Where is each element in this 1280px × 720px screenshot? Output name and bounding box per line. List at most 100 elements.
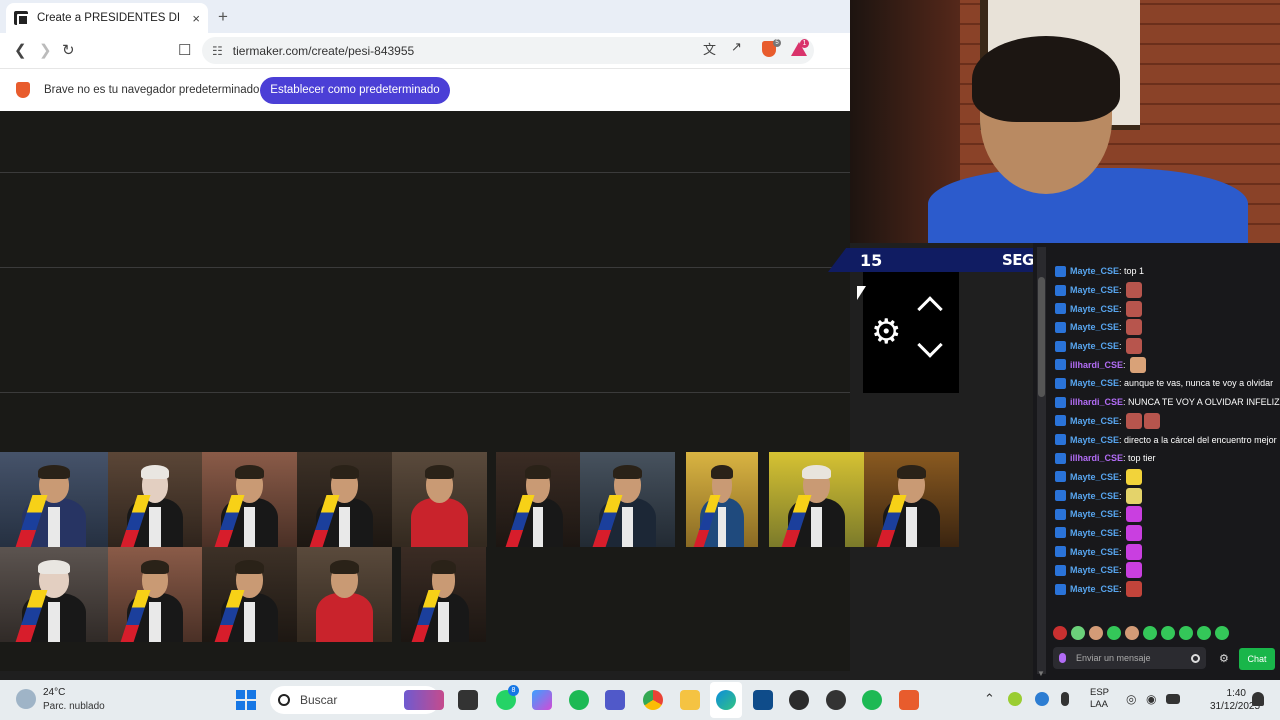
volume-icon[interactable]: ◉	[1146, 692, 1160, 706]
chat-username[interactable]: Mayte_CSE	[1070, 435, 1119, 445]
emote-icon[interactable]	[1107, 626, 1121, 640]
chat-username[interactable]: Mayte_CSE	[1070, 509, 1119, 519]
teams-icon[interactable]	[605, 690, 625, 710]
emote-icon[interactable]	[1197, 626, 1211, 640]
terminal-icon[interactable]	[458, 690, 478, 710]
emote-icon[interactable]	[1053, 626, 1067, 640]
bookmark-icon[interactable]: ☐	[178, 41, 191, 59]
chat-username[interactable]: Mayte_CSE	[1070, 378, 1119, 388]
emote-icon[interactable]	[1161, 626, 1175, 640]
chevron-down-icon[interactable]	[917, 332, 943, 358]
browser-tab[interactable]: Create a PRESIDENTES DE ECUADOR ×	[6, 3, 208, 33]
chat-username[interactable]: illhardi_CSE	[1070, 453, 1123, 463]
chat-username[interactable]: illhardi_CSE	[1070, 360, 1123, 370]
back-arrow-icon[interactable]: ❮	[14, 41, 27, 59]
wifi-icon[interactable]: ◎	[1126, 692, 1140, 706]
forward-arrow-icon[interactable]: ❯	[39, 41, 52, 59]
chat-emote-icon	[1126, 282, 1143, 299]
battery-icon[interactable]	[1166, 694, 1180, 704]
chat-username[interactable]: Mayte_CSE	[1070, 341, 1119, 351]
president-card[interactable]	[769, 452, 864, 547]
chat-send-button[interactable]: Chat	[1239, 648, 1275, 670]
chat-username[interactable]: Mayte_CSE	[1070, 547, 1119, 557]
share-icon[interactable]: ↗	[731, 39, 742, 55]
store-icon[interactable]	[753, 690, 773, 710]
chrome-icon[interactable]	[643, 690, 663, 710]
president-card[interactable]	[392, 452, 487, 547]
chat-username[interactable]: Mayte_CSE	[1070, 416, 1119, 426]
tray-overflow-icon[interactable]: ⌃	[984, 691, 995, 707]
reload-icon[interactable]: ↻	[62, 41, 75, 59]
brave-icon[interactable]	[899, 690, 919, 710]
obs-icon[interactable]	[789, 690, 809, 710]
chat-username[interactable]: Mayte_CSE	[1070, 584, 1119, 594]
input-language[interactable]: ESP LAA	[1090, 687, 1109, 711]
president-card[interactable]	[202, 547, 297, 642]
copilot-icon[interactable]	[532, 690, 552, 710]
chat-settings-icon[interactable]: ⚙	[1219, 652, 1229, 665]
president-card[interactable]	[108, 547, 202, 642]
tray-app-icon[interactable]	[1008, 692, 1022, 706]
chat-message-input[interactable]: Enviar un mensaje	[1053, 647, 1206, 669]
user-badge-icon	[1055, 583, 1066, 595]
emote-icon[interactable]	[1125, 626, 1139, 640]
emote-icon[interactable]	[1089, 626, 1103, 640]
president-card[interactable]	[401, 547, 486, 642]
file-explorer-icon[interactable]	[680, 690, 700, 710]
new-tab-icon[interactable]: +	[218, 7, 228, 27]
spotify-icon[interactable]	[569, 690, 589, 710]
translate-icon[interactable]: 文	[703, 39, 716, 58]
emote-icon[interactable]	[1215, 626, 1229, 640]
president-card[interactable]	[202, 452, 297, 547]
mic-icon[interactable]	[1061, 692, 1069, 706]
chat-username[interactable]: Mayte_CSE	[1070, 528, 1119, 538]
system-clock[interactable]: 1:40 31/12/2025	[1210, 687, 1260, 713]
scroll-down-icon[interactable]: ▼	[1037, 669, 1045, 678]
site-settings-icon[interactable]: ☷	[212, 44, 223, 58]
notification-bell-icon[interactable]	[1252, 692, 1264, 706]
chat-username[interactable]: Mayte_CSE	[1070, 491, 1119, 501]
president-card[interactable]	[0, 547, 108, 642]
chat-emote-icon	[1126, 300, 1143, 317]
president-card[interactable]	[580, 452, 675, 547]
tier-row-2[interactable]	[0, 173, 850, 268]
weather-cloud-icon[interactable]	[16, 689, 36, 709]
chat-emote-icon	[1126, 338, 1143, 355]
tray-app-icon[interactable]	[1035, 692, 1049, 706]
close-tab-icon[interactable]: ×	[192, 11, 200, 26]
mic-icon[interactable]	[1059, 653, 1066, 663]
chat-username[interactable]: Mayte_CSE	[1070, 266, 1119, 276]
chat-scrollbar[interactable]	[1037, 247, 1046, 674]
address-bar[interactable]: ☷ tiermaker.com/create/pesi-843955	[202, 37, 814, 64]
tier-row-1[interactable]	[0, 111, 850, 173]
president-card[interactable]	[496, 452, 580, 547]
emote-icon[interactable]	[1143, 626, 1157, 640]
chat-username[interactable]: Mayte_CSE	[1070, 304, 1119, 314]
set-default-button[interactable]: Establecer como predeterminado	[260, 77, 450, 104]
edge-icon[interactable]	[716, 690, 736, 710]
president-card[interactable]	[0, 452, 108, 547]
emote-icon[interactable]	[1179, 626, 1193, 640]
spotify-icon[interactable]	[862, 690, 882, 710]
chat-username[interactable]: Mayte_CSE	[1070, 285, 1119, 295]
gear-icon[interactable]: ⚙	[871, 312, 901, 352]
app-icon[interactable]	[826, 690, 846, 710]
tier-row-3[interactable]	[0, 268, 850, 393]
chevron-up-icon[interactable]	[917, 296, 943, 322]
chat-username[interactable]: Mayte_CSE	[1070, 472, 1119, 482]
president-card[interactable]	[686, 452, 758, 547]
president-card[interactable]	[297, 452, 392, 547]
president-card[interactable]	[108, 452, 202, 547]
chat-username[interactable]: illhardi_CSE	[1070, 397, 1123, 407]
emoji-icon[interactable]	[1191, 653, 1200, 663]
windows-start-icon[interactable]	[236, 690, 256, 710]
president-card[interactable]	[297, 547, 392, 642]
weather-description[interactable]: Parc. nublado	[43, 701, 105, 712]
chat-separator: :	[1119, 565, 1125, 576]
weather-temperature[interactable]: 24°C	[43, 687, 65, 698]
chat-username[interactable]: Mayte_CSE	[1070, 565, 1119, 575]
president-card[interactable]	[864, 452, 959, 547]
taskbar-app-icon[interactable]	[404, 690, 444, 710]
chat-username[interactable]: Mayte_CSE	[1070, 322, 1119, 332]
emote-icon[interactable]	[1071, 626, 1085, 640]
